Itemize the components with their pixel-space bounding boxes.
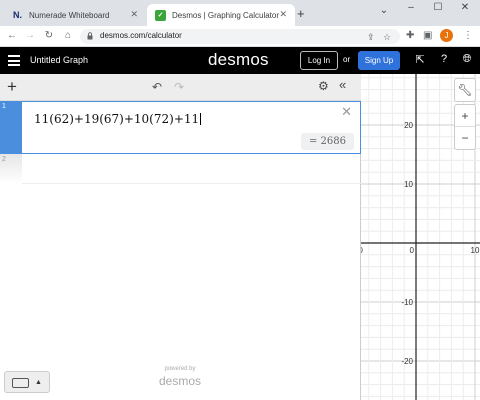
caret-up-icon: ▲: [35, 379, 42, 386]
powered-by-text: powered by: [164, 366, 196, 372]
help-icon[interactable]: ?: [437, 53, 451, 67]
expression-index: 1: [2, 103, 6, 110]
gear-icon[interactable]: ⚙: [318, 79, 329, 93]
y-tick-label: -10: [401, 298, 413, 307]
tab-title: Desmos | Graphing Calculator: [172, 10, 280, 20]
numerade-favicon: N.: [13, 9, 22, 20]
back-arrow-icon[interactable]: ←: [5, 30, 19, 41]
or-text: or: [343, 55, 351, 64]
browser-toolbar: ← → ↻ ⌂ desmos.com/calculator ⇪ ☆ ✚ ▣ J …: [0, 26, 480, 47]
keyboard-icon: [12, 378, 29, 388]
expression-gutter[interactable]: 1: [0, 101, 22, 154]
url-text: desmos.com/calculator: [100, 31, 182, 40]
expression-panel: + ↶ ↷ ⚙ « 1 11(62)+19(67)+10(72)+11 ✕ = …: [0, 74, 361, 400]
maximize-icon[interactable]: ☐: [423, 2, 453, 13]
profile-avatar[interactable]: J: [440, 29, 453, 42]
close-tab-icon[interactable]: ✕: [279, 9, 287, 20]
signup-button[interactable]: Sign Up: [358, 51, 400, 70]
share-graph-icon[interactable]: ⇱: [413, 53, 427, 67]
zoom-out-button[interactable]: −: [455, 127, 475, 149]
extensions-icon[interactable]: ✚: [406, 30, 414, 41]
forward-arrow-icon[interactable]: →: [23, 30, 37, 41]
share-icon[interactable]: ⇪: [367, 32, 375, 43]
expression-row[interactable]: 1 11(62)+19(67)+10(72)+11 ✕ = 2686: [0, 101, 361, 154]
expression-input[interactable]: 11(62)+19(67)+10(72)+11: [34, 112, 202, 126]
delete-expression-icon[interactable]: ✕: [341, 104, 352, 120]
reload-icon[interactable]: ↻: [42, 30, 56, 41]
desmos-header: Untitled Graph desmos Log In or Sign Up …: [0, 47, 480, 74]
chevron-down-icon[interactable]: ⌄: [369, 5, 399, 16]
expression-gutter[interactable]: 2: [0, 154, 22, 184]
close-tab-icon[interactable]: ✕: [130, 9, 138, 20]
y-tick-label: -20: [401, 357, 413, 366]
star-icon[interactable]: ☆: [383, 32, 391, 43]
undo-icon[interactable]: ↶: [152, 80, 162, 94]
tab-desmos[interactable]: ✓ Desmos | Graphing Calculator ✕: [147, 4, 295, 26]
expression-body[interactable]: 11(62)+19(67)+10(72)+11 ✕ = 2686: [22, 101, 361, 154]
tab-numerade[interactable]: N. Numerade Whiteboard ✕: [4, 4, 146, 26]
expression-text: 11(62)+19(67)+10(72)+11: [34, 112, 200, 126]
graph-title[interactable]: Untitled Graph: [30, 55, 88, 65]
home-icon[interactable]: ⌂: [61, 30, 75, 41]
new-tab-icon[interactable]: +: [297, 6, 305, 21]
x-tick-label: -10: [361, 246, 363, 255]
hamburger-menu-icon[interactable]: [8, 55, 20, 66]
minimize-icon[interactable]: –: [396, 2, 426, 13]
wrench-icon: 🔧︎: [457, 83, 473, 97]
collapse-panel-icon[interactable]: «: [339, 77, 346, 92]
language-globe-icon[interactable]: 🌐︎: [460, 53, 474, 67]
y-tick-label: 20: [404, 121, 413, 130]
x-tick-label: 10: [471, 246, 480, 255]
login-button[interactable]: Log In: [300, 51, 338, 70]
y-tick-label: 10: [404, 180, 413, 189]
redo-icon[interactable]: ↷: [174, 80, 184, 94]
browser-tab-strip: N. Numerade Whiteboard ✕ ✓ Desmos | Grap…: [0, 0, 480, 26]
expression-toolbar: + ↶ ↷ ⚙ «: [0, 74, 361, 101]
zoom-in-button[interactable]: +: [455, 105, 475, 127]
expression-index: 2: [2, 156, 6, 163]
x-tick-label: 0: [410, 246, 415, 255]
menu-dots-icon[interactable]: ⋮: [463, 30, 473, 41]
side-panel-icon[interactable]: ▣: [423, 30, 432, 41]
text-caret: [200, 113, 202, 125]
evaluation-result: = 2686: [300, 133, 354, 150]
desmos-favicon: ✓: [155, 9, 166, 21]
tab-title: Numerade Whiteboard: [29, 10, 110, 20]
expression-row-empty[interactable]: 2: [0, 154, 361, 184]
desmos-logo: desmos: [208, 50, 269, 69]
lock-icon: [87, 32, 93, 40]
keypad-toggle-button[interactable]: ▲: [4, 371, 50, 393]
add-expression-icon[interactable]: +: [7, 77, 17, 97]
address-bar[interactable]: desmos.com/calculator ⇪ ☆: [80, 29, 400, 44]
graph-settings-button[interactable]: 🔧︎: [454, 78, 476, 102]
powered-by-logo: desmos: [158, 374, 202, 388]
zoom-controls: + −: [454, 104, 476, 150]
window-close-icon[interactable]: ✕: [450, 2, 480, 13]
graph-paper[interactable]: -10 0 10 20 10 -10 -20 🔧︎ + −: [361, 74, 480, 400]
